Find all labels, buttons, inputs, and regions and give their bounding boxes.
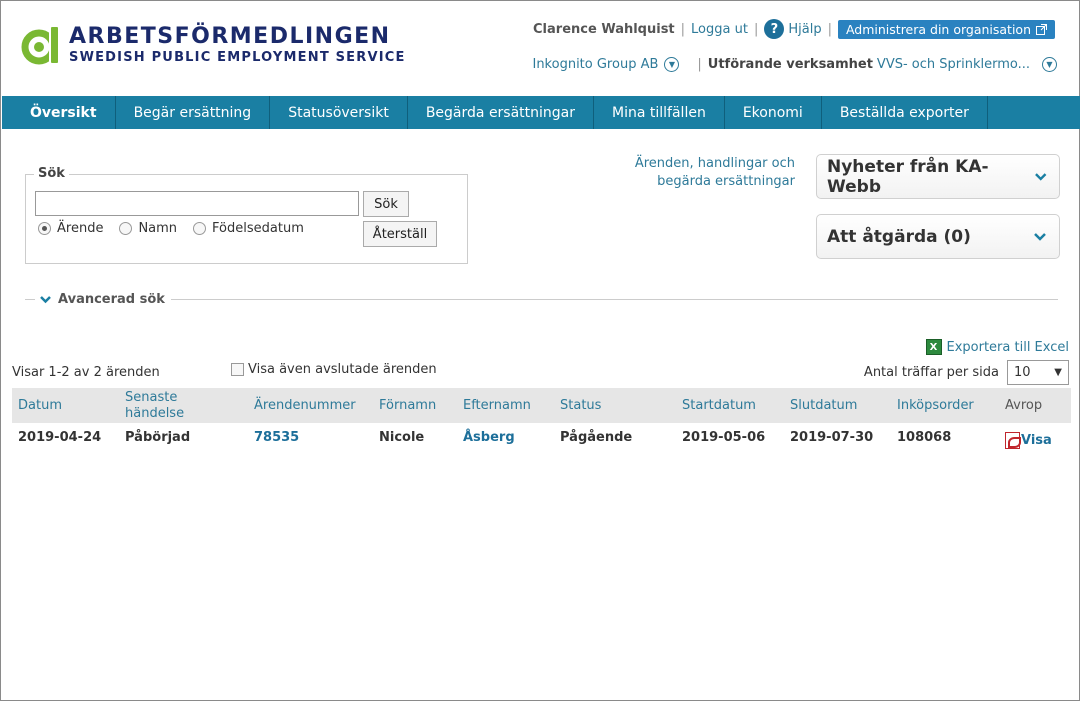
cell-senaste-handelse: Påbörjad <box>125 429 191 445</box>
cell-datum: 2019-04-24 <box>18 429 102 445</box>
col-avrop: Avrop <box>1005 397 1043 413</box>
cell-arendenummer-link[interactable]: 78535 <box>254 423 299 451</box>
admin-organisation-button[interactable]: Administrera din organisation <box>837 19 1055 39</box>
search-legend: Sök <box>34 166 69 181</box>
nav-item-oversikt[interactable]: Översikt <box>2 96 116 129</box>
logo-title: ARBETSFÖRMEDLINGEN <box>69 24 391 49</box>
separator: | <box>697 57 702 72</box>
executing-selector[interactable]: VVS- och Sprinklermo... <box>877 57 1030 72</box>
chevron-down-icon <box>40 296 51 304</box>
nav-item-statusoversikt[interactable]: Statusöversikt <box>270 96 408 129</box>
col-arendenummer[interactable]: Ärendenummer <box>254 388 356 423</box>
nav-item-begar-ersattning[interactable]: Begär ersättning <box>116 96 271 129</box>
separator: | <box>753 21 759 37</box>
cell-slutdatum: 2019-07-30 <box>790 429 874 445</box>
separator: | <box>680 21 686 37</box>
nav-item-begarda-ersattningar[interactable]: Begärda ersättningar <box>408 96 595 129</box>
separator: | <box>827 21 832 37</box>
col-slutdatum[interactable]: Slutdatum <box>790 388 857 423</box>
per-page-control: Antal träffar per sida 10 ▼ <box>864 360 1069 385</box>
radio-arende[interactable] <box>38 222 51 235</box>
search-button[interactable]: Sök <box>363 191 409 217</box>
cases-table: Datum Senaste händelse Ärendenummer Förn… <box>12 388 1071 451</box>
view-label: Visa <box>1021 432 1052 448</box>
show-closed-checkbox[interactable] <box>231 363 244 376</box>
search-box: Sök Sök Återställ Ärende Namn Födelsedat… <box>25 166 468 264</box>
table-header: Datum Senaste händelse Ärendenummer Förn… <box>12 388 1071 423</box>
panel-news[interactable]: Nyheter från KA-Webb <box>816 154 1060 199</box>
advanced-search-toggle[interactable]: Avancerad sök <box>25 292 1058 307</box>
chevron-down-icon <box>1034 172 1046 181</box>
cell-startdatum: 2019-05-06 <box>682 429 766 445</box>
table-row: 2019-04-24 Påbörjad 78535 Nicole Åsberg … <box>12 423 1071 451</box>
logo-mark-icon <box>21 23 61 67</box>
pdf-icon <box>1005 431 1021 449</box>
search-input[interactable] <box>35 191 359 216</box>
radio-namn[interactable] <box>119 222 133 235</box>
reset-button[interactable]: Återställ <box>363 221 437 247</box>
executing-label: Utförande verksamhet <box>707 57 873 72</box>
view-avrop-link[interactable]: Visa <box>1005 426 1052 454</box>
excel-icon: X <box>925 339 942 355</box>
cases-link[interactable]: Ärenden, handlingar och begärda ersättni… <box>581 155 795 191</box>
org-selector[interactable]: Inkognito Group AB <box>532 57 658 72</box>
org-bar: Inkognito Group AB ▼ | Utförande verksam… <box>532 57 1057 72</box>
chevron-down-icon[interactable]: ▼ <box>1042 57 1057 72</box>
cell-efternamn-link[interactable]: Åsberg <box>463 423 515 451</box>
per-page-value: 10 <box>1014 365 1031 380</box>
per-page-select[interactable]: 10 ▼ <box>1007 360 1069 385</box>
search-type-radios: Ärende Namn Födelsedatum <box>38 221 314 236</box>
chevron-down-icon[interactable]: ▼ <box>664 57 680 72</box>
help-icon[interactable]: ? <box>764 19 785 39</box>
external-link-icon <box>1036 23 1047 35</box>
show-closed-label: Visa även avslutade ärenden <box>248 362 437 377</box>
panel-title: Nyheter från KA-Webb <box>827 156 989 197</box>
show-closed-checkbox-row: Visa även avslutade ärenden <box>231 362 437 377</box>
dropdown-arrow-icon: ▼ <box>1054 367 1062 378</box>
logout-link[interactable]: Logga ut <box>691 22 748 37</box>
cell-status: Pågående <box>560 429 633 445</box>
user-name: Clarence Wahlquist <box>533 21 675 37</box>
col-fornamn[interactable]: Förnamn <box>379 388 436 423</box>
col-efternamn[interactable]: Efternamn <box>463 388 531 423</box>
page-frame: ARBETSFÖRMEDLINGEN SWEDISH PUBLIC EMPLOY… <box>0 0 1080 701</box>
logo[interactable]: ARBETSFÖRMEDLINGEN SWEDISH PUBLIC EMPLOY… <box>21 23 406 67</box>
radio-label: Ärende <box>57 221 104 236</box>
radio-label: Namn <box>138 221 178 236</box>
logo-subtitle: SWEDISH PUBLIC EMPLOYMENT SERVICE <box>69 50 406 65</box>
nav-item-bestallda-exporter[interactable]: Beställda exporter <box>822 96 988 129</box>
col-status[interactable]: Status <box>560 388 601 423</box>
admin-button-label: Administrera din organisation <box>845 21 1031 37</box>
col-inkopsorder[interactable]: Inköpsorder <box>897 388 974 423</box>
nav-item-ekonomi[interactable]: Ekonomi <box>725 96 822 129</box>
user-bar: Clarence Wahlquist | Logga ut | ? Hjälp … <box>533 19 1055 39</box>
main-nav: Översikt Begär ersättning Statusöversikt… <box>2 96 1080 129</box>
panel-to-do[interactable]: Att åtgärda (0) <box>816 214 1060 259</box>
help-link[interactable]: Hjälp <box>788 22 821 37</box>
per-page-label: Antal träffar per sida <box>863 365 999 380</box>
col-datum[interactable]: Datum <box>18 388 62 423</box>
col-startdatum[interactable]: Startdatum <box>682 388 756 423</box>
results-count: Visar 1-2 av 2 ärenden <box>12 365 160 380</box>
col-senaste-handelse[interactable]: Senaste händelse <box>125 388 205 423</box>
panel-title: Att åtgärda (0) <box>827 226 971 247</box>
radio-fodelsedatum[interactable] <box>193 222 207 235</box>
radio-label: Födelsedatum <box>212 221 304 236</box>
export-excel-link[interactable]: X Exportera till Excel <box>925 339 1070 355</box>
chevron-down-icon <box>1034 232 1046 241</box>
export-label: Exportera till Excel <box>946 339 1070 355</box>
cell-inkopsorder: 108068 <box>897 429 952 445</box>
cell-fornamn: Nicole <box>379 429 425 445</box>
nav-item-mina-tillfallen[interactable]: Mina tillfällen <box>594 96 725 129</box>
advanced-search-label: Avancerad sök <box>58 292 165 307</box>
